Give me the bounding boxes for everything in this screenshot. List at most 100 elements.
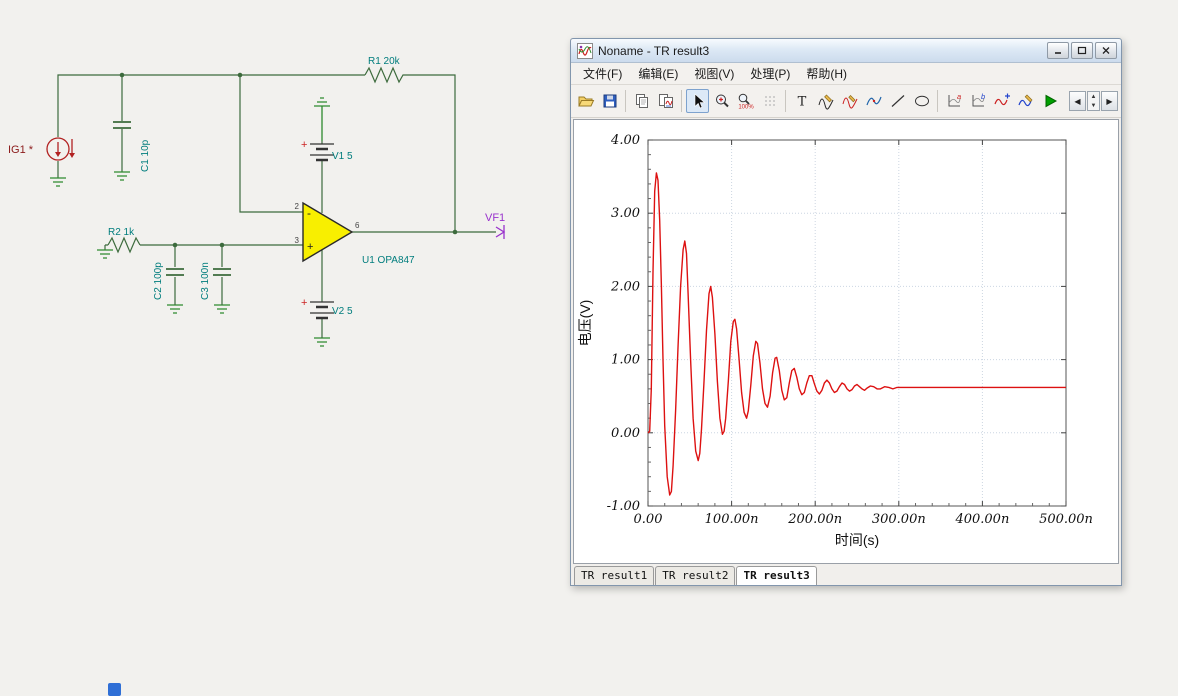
save-icon [603,94,616,108]
zoom-in-button[interactable] [710,89,733,113]
add-curve-button[interactable] [990,89,1013,113]
cursor-b-button[interactable]: b [966,89,989,113]
component-c1[interactable]: C1 10p [113,121,151,172]
component-c2[interactable]: C2 100p [153,245,184,305]
menu-file[interactable]: 文件(F) [576,63,629,84]
pin3-number: 3 [295,236,300,245]
component-ig1[interactable]: IG1 * [8,137,75,161]
text-tool-button[interactable]: T [790,89,813,113]
title-bar[interactable]: Noname - TR result3 [571,39,1121,63]
r2-label: R2 1k [108,227,135,238]
v2-label: V2 5 [332,306,353,317]
pen-curve-button[interactable] [814,89,837,113]
app-icon [577,42,593,59]
output-pin-vf1[interactable]: VF1 [485,212,506,239]
wires[interactable] [57,74,496,250]
c2-label: C2 100p [153,262,164,300]
r1-label: R1 20k [368,56,401,67]
copy-diagram-button[interactable] [654,89,677,113]
v2-plus-sign: + [301,297,307,309]
spinner-up-icon: ▲ [1090,93,1097,100]
close-button[interactable] [1095,42,1117,59]
component-u1-opamp[interactable]: - + 2 3 6 U1 OPA847 [295,201,416,266]
ig1-label: IG1 * [8,144,34,156]
svg-text:400.00n: 400.00n [954,512,1009,527]
taskbar-item[interactable] [108,683,121,696]
svg-text:300.00n: 300.00n [872,512,926,527]
component-v2[interactable]: + V2 5 [301,250,353,338]
svg-text:1.00: 1.00 [611,353,640,368]
svg-text:0.00: 0.00 [611,426,640,441]
tab-tr-result3[interactable]: TR result3 [736,566,817,585]
annotation-curve-icon [842,95,857,109]
ground-symbols [50,97,330,347]
component-c3[interactable]: C3 100n [200,245,231,305]
vf1-label: VF1 [485,212,505,224]
run-icon [1045,94,1057,108]
noninverting-input-sign: + [307,241,313,253]
ellipse-tool-icon [914,95,929,107]
component-v1[interactable]: + V1 5 [301,139,353,213]
run-button[interactable] [1038,89,1061,113]
page-prev-button[interactable]: ◀ [1069,91,1086,111]
menu-view[interactable]: 视图(V) [687,63,741,84]
grid-toggle-button[interactable] [758,89,781,113]
capacitor-plates [213,268,231,276]
c3-label: C3 100n [200,262,211,300]
close-icon [1102,47,1110,54]
page-spinner[interactable]: ▲ ▼ [1087,91,1100,111]
u1-label: U1 OPA847 [362,255,415,266]
junction-dots [119,72,458,248]
svg-text:时间(s): 时间(s) [835,532,879,548]
menu-process[interactable]: 处理(P) [743,63,797,84]
edit-curve-icon [1017,94,1032,107]
resistor-zigzag [364,66,405,84]
tab-tr-result1[interactable]: TR result1 [574,566,655,585]
maximize-button[interactable] [1071,42,1093,59]
toolbar-separator [785,90,786,112]
line-tool-button[interactable] [886,89,909,113]
cursor-tool-button[interactable] [686,89,709,113]
toolbar: 100% T a b ◀ ▲ ▼ ▶ [571,85,1121,118]
v1-plus-sign: + [301,139,307,151]
cursor-a-button[interactable]: a [942,89,965,113]
ellipse-tool-button[interactable] [910,89,933,113]
copy-button[interactable] [630,89,653,113]
left-arrow-icon: ◀ [1074,96,1081,106]
svg-text:200.00n: 200.00n [787,512,842,527]
inverting-input-sign: - [307,206,311,220]
minimize-button[interactable] [1047,42,1069,59]
add-curve-icon [993,93,1010,106]
schematic-canvas[interactable]: IG1 * C1 10p R1 20k R2 1k C2 100p C3 100… [0,0,560,400]
component-r2[interactable]: R2 1k [107,227,141,254]
copy-chart-icon [658,94,673,108]
line-tool-icon [891,95,904,107]
edit-curve-button[interactable] [1014,89,1037,113]
open-button[interactable] [574,89,597,113]
tina-diagram-window: Noname - TR result3 文件(F) 编辑(E) 视图(V) 处理… [570,38,1122,586]
svg-text:100.00n: 100.00n [705,512,759,527]
menu-help[interactable]: 帮助(H) [799,63,854,84]
menu-edit[interactable]: 编辑(E) [631,63,685,84]
pin2-number: 2 [295,202,300,211]
zoom-100-button[interactable]: 100% [734,89,757,113]
window-controls [1047,42,1117,59]
svg-text:4.00: 4.00 [610,133,640,148]
component-r1[interactable]: R1 20k [364,56,405,84]
capacitor-plates [166,268,184,276]
minimize-icon [1055,52,1061,54]
text-tool-icon: T [797,95,806,110]
svg-text:3.00: 3.00 [611,206,640,221]
open-folder-icon [577,96,594,107]
annotation-curve-button[interactable] [838,89,861,113]
chart-panel: 0.00 100.00n 200.00n 300.00n 400.00n 500.00n -… [573,119,1119,564]
tab-tr-result2[interactable]: TR result2 [655,566,736,585]
result-tab-strip: TR result1 TR result2 TR result3 [571,564,1121,585]
svg-text:500.00n: 500.00n [1039,512,1093,527]
smooth-curve-button[interactable] [862,89,885,113]
tr-result-plot[interactable]: 0.00 100.00n 200.00n 300.00n 400.00n 500.00n -… [574,120,1119,564]
svg-text:-1.00: -1.00 [607,499,640,514]
page-next-button[interactable]: ▶ [1101,91,1118,111]
svg-text:b: b [981,92,985,101]
save-button[interactable] [598,89,621,113]
